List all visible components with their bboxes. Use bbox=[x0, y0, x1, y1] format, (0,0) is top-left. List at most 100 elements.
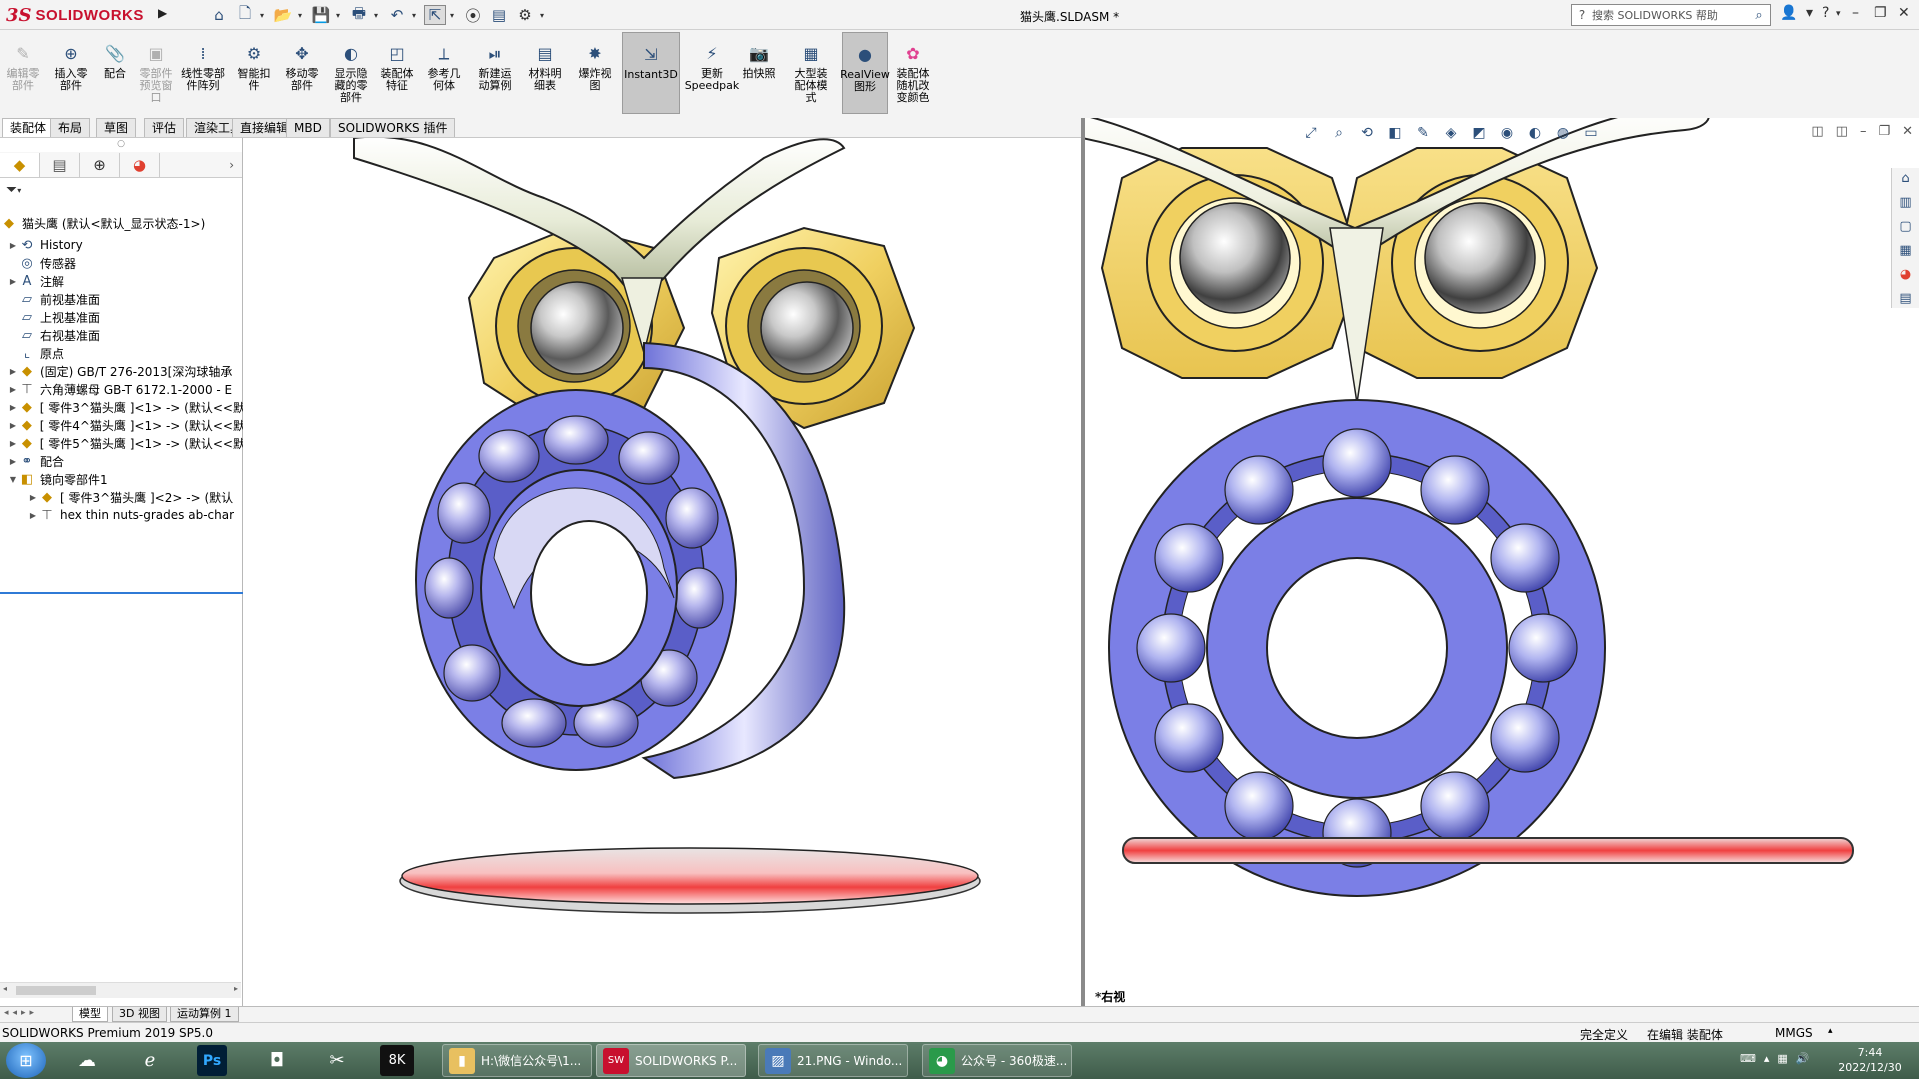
feature-manager-tab-icon[interactable]: ◆ bbox=[0, 152, 40, 177]
chevron-up-icon[interactable]: ▴ bbox=[1828, 1026, 1833, 1036]
expand-arrow-icon[interactable]: ▶ bbox=[8, 385, 18, 394]
configuration-manager-tab-icon[interactable]: ⊕ bbox=[80, 152, 120, 177]
scrollbar-thumb[interactable] bbox=[16, 986, 96, 995]
chevron-down-icon[interactable]: ▾ bbox=[450, 11, 458, 20]
ie-browser-icon[interactable]: ℯ bbox=[128, 1045, 172, 1076]
command-insert-component-button[interactable]: ⊕ 插入零 部件 bbox=[48, 32, 94, 114]
command-realview-button[interactable]: ● RealView 图形 bbox=[840, 32, 890, 114]
minimize-icon[interactable]: – bbox=[1860, 124, 1867, 139]
tree-horizontal-scrollbar[interactable]: ◂ ▸ bbox=[0, 982, 241, 998]
edit-appearance-icon[interactable]: ◐ bbox=[1524, 122, 1546, 144]
expand-arrow-icon[interactable]: ▶ bbox=[8, 439, 18, 448]
expand-arrow-icon[interactable]: ▶ bbox=[8, 277, 18, 286]
zoom-to-fit-icon[interactable]: ⤢ bbox=[1300, 122, 1322, 144]
command-exploded-view-button[interactable]: ✸ 爆炸视 图 bbox=[570, 32, 620, 114]
taskbar-window-button[interactable]: ▮ H:\微信公众号\1... bbox=[442, 1044, 592, 1077]
view-orientation-icon[interactable]: ◈ bbox=[1440, 122, 1462, 144]
dynamic-annotation-icon[interactable]: ✎ bbox=[1412, 122, 1434, 144]
chevron-down-icon[interactable]: ▾ bbox=[540, 11, 548, 20]
print-icon[interactable]: 🖶 bbox=[348, 4, 370, 25]
command-component-preview-button[interactable]: ▣ 零部件 预览窗 口 bbox=[136, 32, 176, 114]
start-button-icon[interactable]: ⊞ bbox=[6, 1043, 46, 1078]
scroll-right-icon[interactable]: ▸ bbox=[234, 984, 238, 993]
system-clock[interactable]: 7:44 2022/12/30 bbox=[1830, 1045, 1910, 1075]
tab-scroll-arrows-icon[interactable]: ◂◂▸▸ bbox=[4, 1008, 38, 1018]
display-style-icon[interactable]: ◩ bbox=[1468, 122, 1490, 144]
expand-arrow-icon[interactable]: ▶ bbox=[8, 241, 18, 250]
zoom-to-area-icon[interactable]: ⌕ bbox=[1328, 122, 1350, 144]
custom-properties-icon[interactable]: ▤ bbox=[1895, 288, 1917, 308]
isometric-model-view[interactable] bbox=[244, 138, 1081, 1006]
expand-arrow-icon[interactable]: ▶ bbox=[28, 511, 38, 520]
user-icon[interactable]: 👤 bbox=[1780, 5, 1797, 21]
command-large-assembly-button[interactable]: ▦ 大型装 配体模 式 bbox=[782, 32, 840, 114]
graphics-area-right-view[interactable]: *右视 ⤢ ⌕ ⟲ ◧ ✎ ◈ ◩ ◉ ◐ ◍ ▭ ◫ ◫ – ❐ ✕ ⌂ ▥ … bbox=[1085, 118, 1919, 1006]
command-move-component-button[interactable]: ✥ 移动零 部件 bbox=[278, 32, 326, 114]
expand-arrow-icon[interactable]: ▶ bbox=[8, 367, 18, 376]
options-gear-icon[interactable]: ⚙ bbox=[514, 5, 536, 25]
chevron-down-icon[interactable]: ▾ bbox=[336, 11, 344, 20]
command-reference-geometry-button[interactable]: ⟂ 参考几 何体 bbox=[420, 32, 468, 114]
graphics-area-isometric[interactable]: Y Z bbox=[244, 138, 1081, 1006]
command-new-motion-study-button[interactable]: ⏯ 新建运 动算例 bbox=[470, 32, 520, 114]
new-file-icon[interactable]: 🗋 bbox=[234, 4, 256, 25]
search-icon[interactable]: ⌕ bbox=[1748, 8, 1770, 23]
chevron-down-icon[interactable]: ▾ bbox=[260, 11, 268, 20]
bottom-tab-1[interactable]: 3D 视图 bbox=[112, 1007, 167, 1022]
tree-root[interactable]: ◆ 猫头鹰 (默认<默认_显示状态-1>) bbox=[0, 212, 243, 234]
bottom-tab-2[interactable]: 运动算例 1 bbox=[170, 1007, 239, 1022]
hide-show-items-icon[interactable]: ◉ bbox=[1496, 122, 1518, 144]
command-mate-button[interactable]: 📎 配合 bbox=[96, 32, 134, 114]
close-icon[interactable]: ✕ bbox=[1902, 124, 1913, 139]
menu-expand-arrow-icon[interactable]: ▶ bbox=[158, 6, 167, 20]
rollback-bar[interactable] bbox=[0, 592, 243, 594]
tile-icon[interactable]: ◫ bbox=[1836, 124, 1848, 139]
tree-node[interactable]: ▶ ⊤ hex thin nuts-grades ab-char bbox=[0, 504, 243, 526]
file-properties-icon[interactable]: ▤ bbox=[488, 5, 510, 25]
photoshop-icon[interactable]: Ps bbox=[197, 1045, 227, 1076]
volume-icon[interactable]: 🔊 bbox=[1796, 1052, 1810, 1065]
tile-icon[interactable]: ◫ bbox=[1811, 124, 1823, 139]
tab-3[interactable]: 评估 bbox=[144, 118, 185, 137]
taskbar-window-button[interactable]: SW SOLIDWORKS P... bbox=[596, 1044, 746, 1077]
unit-system[interactable]: MMGS bbox=[1775, 1026, 1813, 1040]
home-icon[interactable]: ⌂ bbox=[1895, 168, 1917, 188]
traffic-light-icon[interactable]: ⦿ bbox=[462, 5, 484, 25]
scroll-left-icon[interactable]: ◂ bbox=[3, 984, 7, 993]
restore-icon[interactable]: ❐ bbox=[1878, 124, 1890, 139]
command-instant3d-button[interactable]: ⇲ Instant3D bbox=[622, 32, 680, 114]
command-assembly-features-button[interactable]: ◰ 装配体 特征 bbox=[376, 32, 418, 114]
obs-icon[interactable]: 8K bbox=[380, 1045, 414, 1076]
chevron-up-icon[interactable]: ▴ bbox=[1764, 1052, 1770, 1065]
command-snapshot-button[interactable]: 📷 拍快照 bbox=[738, 32, 780, 114]
chevron-down-icon[interactable]: ▾ bbox=[1806, 5, 1813, 21]
view-settings-icon[interactable]: ▭ bbox=[1580, 122, 1602, 144]
chevron-down-icon[interactable]: ▾ bbox=[1836, 9, 1841, 19]
tab-1[interactable]: 布局 bbox=[50, 118, 91, 137]
expand-arrow-icon[interactable]: ▶ bbox=[8, 403, 18, 412]
tab-6[interactable]: MBD bbox=[286, 118, 330, 137]
filter-icon[interactable]: ⏷ ▾ bbox=[0, 178, 242, 202]
collapse-arrow-icon[interactable]: ▼ bbox=[8, 475, 18, 484]
appearances-icon[interactable]: ◕ bbox=[1895, 264, 1917, 284]
display-manager-tab-icon[interactable]: ◕ bbox=[120, 152, 160, 177]
tab-0[interactable]: 装配体 bbox=[2, 118, 55, 137]
home-icon[interactable]: ⌂ bbox=[208, 5, 230, 25]
solidworks-logo[interactable]: 3S SOLIDWORKS bbox=[6, 2, 156, 28]
undo-icon[interactable]: ↶ bbox=[386, 5, 408, 25]
chevron-down-icon[interactable]: ▾ bbox=[298, 11, 306, 20]
view-palette-icon[interactable]: ▦ bbox=[1895, 240, 1917, 260]
snipping-tool-icon[interactable]: ✂ bbox=[315, 1045, 359, 1076]
command-show-hidden-button[interactable]: ◐ 显示隐 藏的零 部件 bbox=[328, 32, 374, 114]
section-view-icon[interactable]: ◧ bbox=[1384, 122, 1406, 144]
command-speedpak-button[interactable]: ⚡ 更新 Speedpak bbox=[682, 32, 742, 114]
chevron-down-icon[interactable]: ▾ bbox=[412, 11, 420, 20]
design-library-icon[interactable]: ▥ bbox=[1895, 192, 1917, 212]
expand-arrow-icon[interactable]: ▶ bbox=[8, 457, 18, 466]
command-linear-pattern-button[interactable]: ⁞ 线性零部 件阵列 bbox=[176, 32, 230, 114]
minimize-icon[interactable]: – bbox=[1852, 5, 1859, 21]
taskbar-window-button[interactable]: ▨ 21.PNG - Windo... bbox=[758, 1044, 908, 1077]
chevron-down-icon[interactable]: ▾ bbox=[374, 11, 382, 20]
help-search-box[interactable]: ? 搜索 SOLIDWORKS 帮助 ⌕ bbox=[1571, 4, 1771, 26]
taskbar-window-button[interactable]: ◕ 公众号 - 360极速... bbox=[922, 1044, 1072, 1077]
